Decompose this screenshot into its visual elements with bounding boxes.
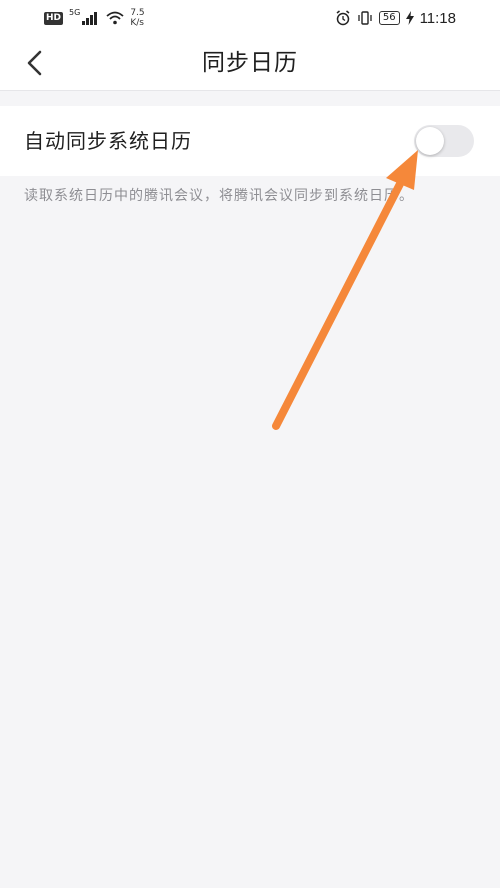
status-left: HD 5G 7.5 K/s [44, 6, 145, 30]
status-right: 56 11:18 [335, 6, 456, 30]
signal-icon [82, 11, 100, 25]
status-bar: HD 5G 7.5 K/s 56 11:18 [0, 0, 500, 36]
network-type: 5G [69, 7, 81, 17]
toggle-knob [416, 127, 444, 155]
auto-sync-setting-row: 自动同步系统日历 [0, 106, 500, 176]
alarm-icon [336, 10, 350, 26]
auto-sync-toggle[interactable] [414, 125, 474, 157]
speed-value: 7.5 [130, 8, 145, 18]
auto-sync-label: 自动同步系统日历 [24, 129, 192, 153]
vibrate-icon [358, 11, 372, 25]
clock: 11:18 [419, 9, 456, 27]
auto-sync-description: 读取系统日历中的腾讯会议，将腾讯会议同步到系统日历。 [24, 188, 414, 204]
hd-badge: HD [44, 11, 64, 25]
speed-unit: K/s [130, 18, 144, 28]
header-bar: 同步日历 [0, 36, 500, 91]
wifi-icon [106, 11, 124, 25]
page-title: 同步日历 [202, 50, 298, 76]
charging-icon [405, 11, 414, 25]
network-speed: 7.5 K/s [130, 8, 144, 28]
battery-indicator: 56 [378, 11, 400, 25]
